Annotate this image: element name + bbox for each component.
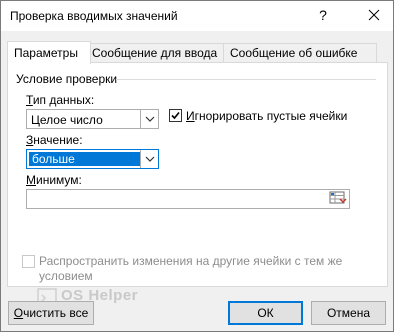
- minimum-label: Минимум:: [26, 173, 82, 187]
- minimum-input[interactable]: [26, 189, 350, 209]
- chevron-down-icon: [145, 156, 154, 162]
- checkmark-icon: [171, 111, 180, 120]
- validation-criteria-title: Условие проверки: [16, 72, 118, 86]
- data-type-select[interactable]: Целое число: [26, 109, 159, 129]
- ignore-blank-label-accelerator: И: [186, 109, 195, 123]
- operator-value: больше: [29, 152, 140, 166]
- close-button[interactable]: [363, 4, 385, 26]
- help-button[interactable]: ?: [315, 7, 331, 23]
- ignore-blank-checkbox[interactable]: [169, 109, 182, 122]
- operator-label: Значение:: [26, 133, 83, 147]
- title-bar: Проверка вводимых значений ?: [1, 1, 393, 31]
- operator-dropdown-button[interactable]: [140, 150, 158, 168]
- tab-input-message[interactable]: Сообщение для ввода: [85, 43, 229, 63]
- cell-range-icon: [329, 191, 347, 204]
- data-type-value: Целое число: [31, 113, 103, 127]
- close-icon: [368, 9, 380, 21]
- clear-all-accelerator: О: [13, 306, 24, 320]
- data-type-label-text: ип данных:: [32, 93, 95, 107]
- apply-to-all-line2: условием: [39, 269, 93, 283]
- chevron-down-icon: [145, 116, 154, 122]
- apply-to-all-label: Распространить изменения на другие ячейк…: [39, 254, 379, 284]
- apply-to-all-checkbox[interactable]: [22, 255, 35, 268]
- data-type-dropdown-button[interactable]: [140, 110, 158, 128]
- tab-parameters[interactable]: Параметры: [7, 41, 91, 64]
- ignore-blank-label[interactable]: Игнорировать пустые ячейки: [186, 109, 347, 123]
- cancel-button[interactable]: Отмена: [311, 301, 386, 325]
- dialog-title: Проверка вводимых значений: [10, 9, 178, 23]
- minimum-label-text: инимум:: [36, 173, 82, 187]
- ok-button[interactable]: ОК: [228, 301, 303, 325]
- data-type-label: Тип данных:: [26, 93, 94, 107]
- clear-all-button[interactable]: Очистить все: [8, 301, 94, 325]
- ignore-blank-label-text: гнорировать пустые ячейки: [194, 109, 348, 123]
- data-type-label-accelerator: Т: [26, 93, 33, 107]
- parameters-panel: Условие проверки Тип данных: Целое число…: [7, 62, 388, 287]
- range-select-button[interactable]: [328, 190, 348, 206]
- operator-label-text: начение:: [33, 133, 83, 147]
- tab-error-alert[interactable]: Сообщение об ошибке: [223, 43, 377, 63]
- data-validation-dialog: Проверка вводимых значений ? Параметры С…: [0, 0, 394, 332]
- tab-strip: Параметры Сообщение для ввода Сообщение …: [7, 41, 387, 64]
- apply-to-all-line1: Распространить изменения на другие ячейк…: [39, 254, 343, 268]
- group-divider: [116, 79, 376, 80]
- clear-all-text: чистить все: [23, 306, 89, 320]
- operator-select[interactable]: больше: [26, 149, 159, 169]
- minimum-label-accelerator: М: [26, 173, 36, 187]
